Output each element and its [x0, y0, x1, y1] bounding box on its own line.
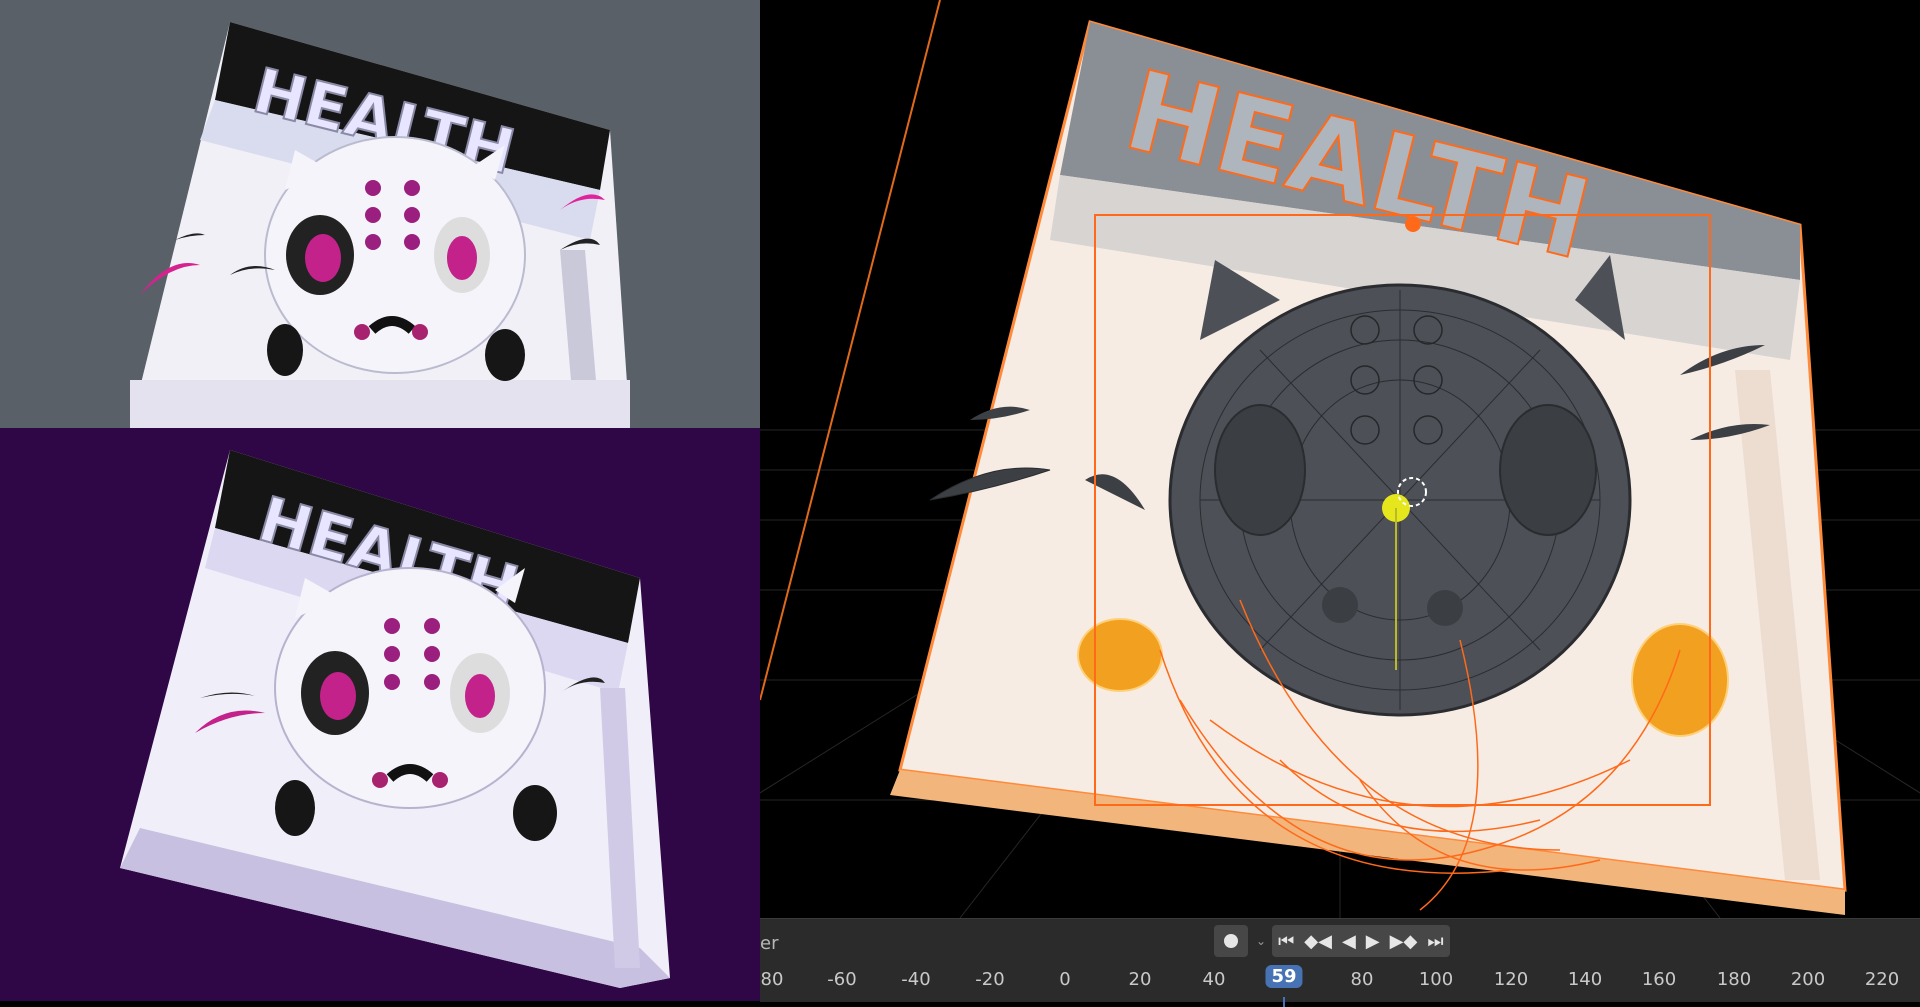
left-paw: [267, 324, 303, 376]
right-paw-selected[interactable]: [1631, 623, 1729, 737]
tick-label: -40: [901, 969, 931, 990]
play-reverse-icon[interactable]: ◀: [1342, 931, 1356, 952]
left-eye: [1214, 404, 1306, 536]
prev-keyframe-icon[interactable]: ◆◀: [1304, 931, 1332, 952]
right-eye: [447, 236, 477, 280]
play-icon[interactable]: ▶: [1366, 931, 1380, 952]
render-preview-bottom: HEALTH: [0, 428, 760, 1001]
tick-label: 100: [1418, 969, 1454, 990]
tick-label: -60: [827, 969, 857, 990]
playback-controls: ⌄ ⏮ ◆◀ ◀ ▶ ▶◆ ⏭: [1214, 925, 1450, 957]
right-paw: [513, 785, 557, 841]
right-eye: [465, 674, 495, 718]
tick-label: 140: [1567, 969, 1603, 990]
playhead-line: [1283, 997, 1285, 1007]
render-preview-top: HEALTH: [0, 0, 760, 428]
tick-label: 40: [1202, 969, 1226, 990]
tick-label: 80: [760, 969, 784, 990]
current-frame-indicator[interactable]: 59: [1265, 965, 1303, 988]
right-eye: [1499, 404, 1597, 536]
timeline-editor: er ⌄ ⏮ ◆◀ ◀ ▶ ▶◆ ⏭ 80 -60 -40 -20 0 20 4…: [760, 918, 1920, 1007]
frame-ruler[interactable]: 80 -60 -40 -20 0 20 40 59 80 100 120 140…: [760, 963, 1920, 1007]
object-origin[interactable]: [1405, 216, 1421, 232]
dropdown-icon[interactable]: ⌄: [1256, 934, 1266, 948]
transport-buttons: ⏮ ◆◀ ◀ ▶ ▶◆ ⏭: [1272, 925, 1450, 957]
tick-label: -20: [975, 969, 1005, 990]
x-axis-line: [760, 0, 941, 701]
editor-label: er: [760, 933, 779, 954]
tick-label: 80: [1350, 969, 1374, 990]
tick-label: 180: [1716, 969, 1752, 990]
tick-label: 200: [1790, 969, 1826, 990]
tick-label: 0: [1059, 969, 1071, 990]
record-icon: [1224, 934, 1238, 948]
jump-start-icon[interactable]: ⏮: [1278, 931, 1294, 952]
jump-end-icon[interactable]: ⏭: [1427, 931, 1443, 952]
auto-keying-button[interactable]: [1214, 925, 1248, 957]
next-keyframe-icon[interactable]: ▶◆: [1390, 931, 1418, 952]
left-paw-selected[interactable]: [1077, 618, 1163, 692]
right-paw: [485, 329, 525, 381]
tick-label: 20: [1128, 969, 1152, 990]
tick-label: 120: [1493, 969, 1529, 990]
3d-viewport[interactable]: HEALTH: [760, 0, 1920, 918]
tick-label: 220: [1864, 969, 1900, 990]
tick-label: 160: [1641, 969, 1677, 990]
left-paw: [275, 780, 315, 836]
